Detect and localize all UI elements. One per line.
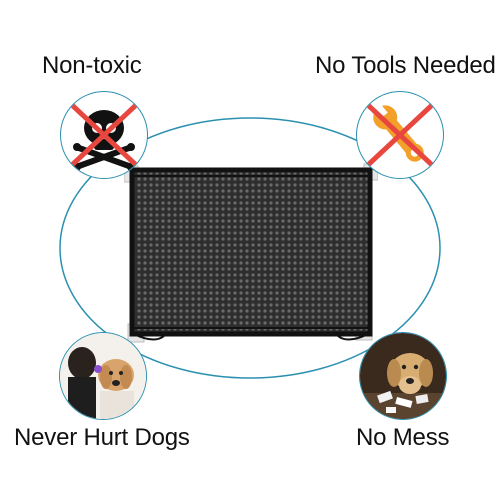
- no-mess-bubble: [359, 332, 447, 420]
- non-toxic-label: Non-toxic: [42, 52, 142, 79]
- dog-with-child-photo: [60, 333, 146, 419]
- no-tools-needed-label: No Tools Needed: [315, 52, 496, 79]
- mesh-gate-image: [124, 163, 378, 343]
- no-mess-label: No Mess: [356, 424, 450, 451]
- crossed-skull-icon: [70, 103, 138, 171]
- no-tools-bubble: [356, 91, 444, 179]
- never-hurt-dogs-label: Never Hurt Dogs: [14, 424, 190, 451]
- dog-no-mess-photo: [360, 333, 446, 419]
- crossed-wrench-icon: [366, 103, 434, 167]
- non-toxic-bubble: [60, 91, 148, 179]
- never-hurt-dogs-bubble: [59, 332, 147, 420]
